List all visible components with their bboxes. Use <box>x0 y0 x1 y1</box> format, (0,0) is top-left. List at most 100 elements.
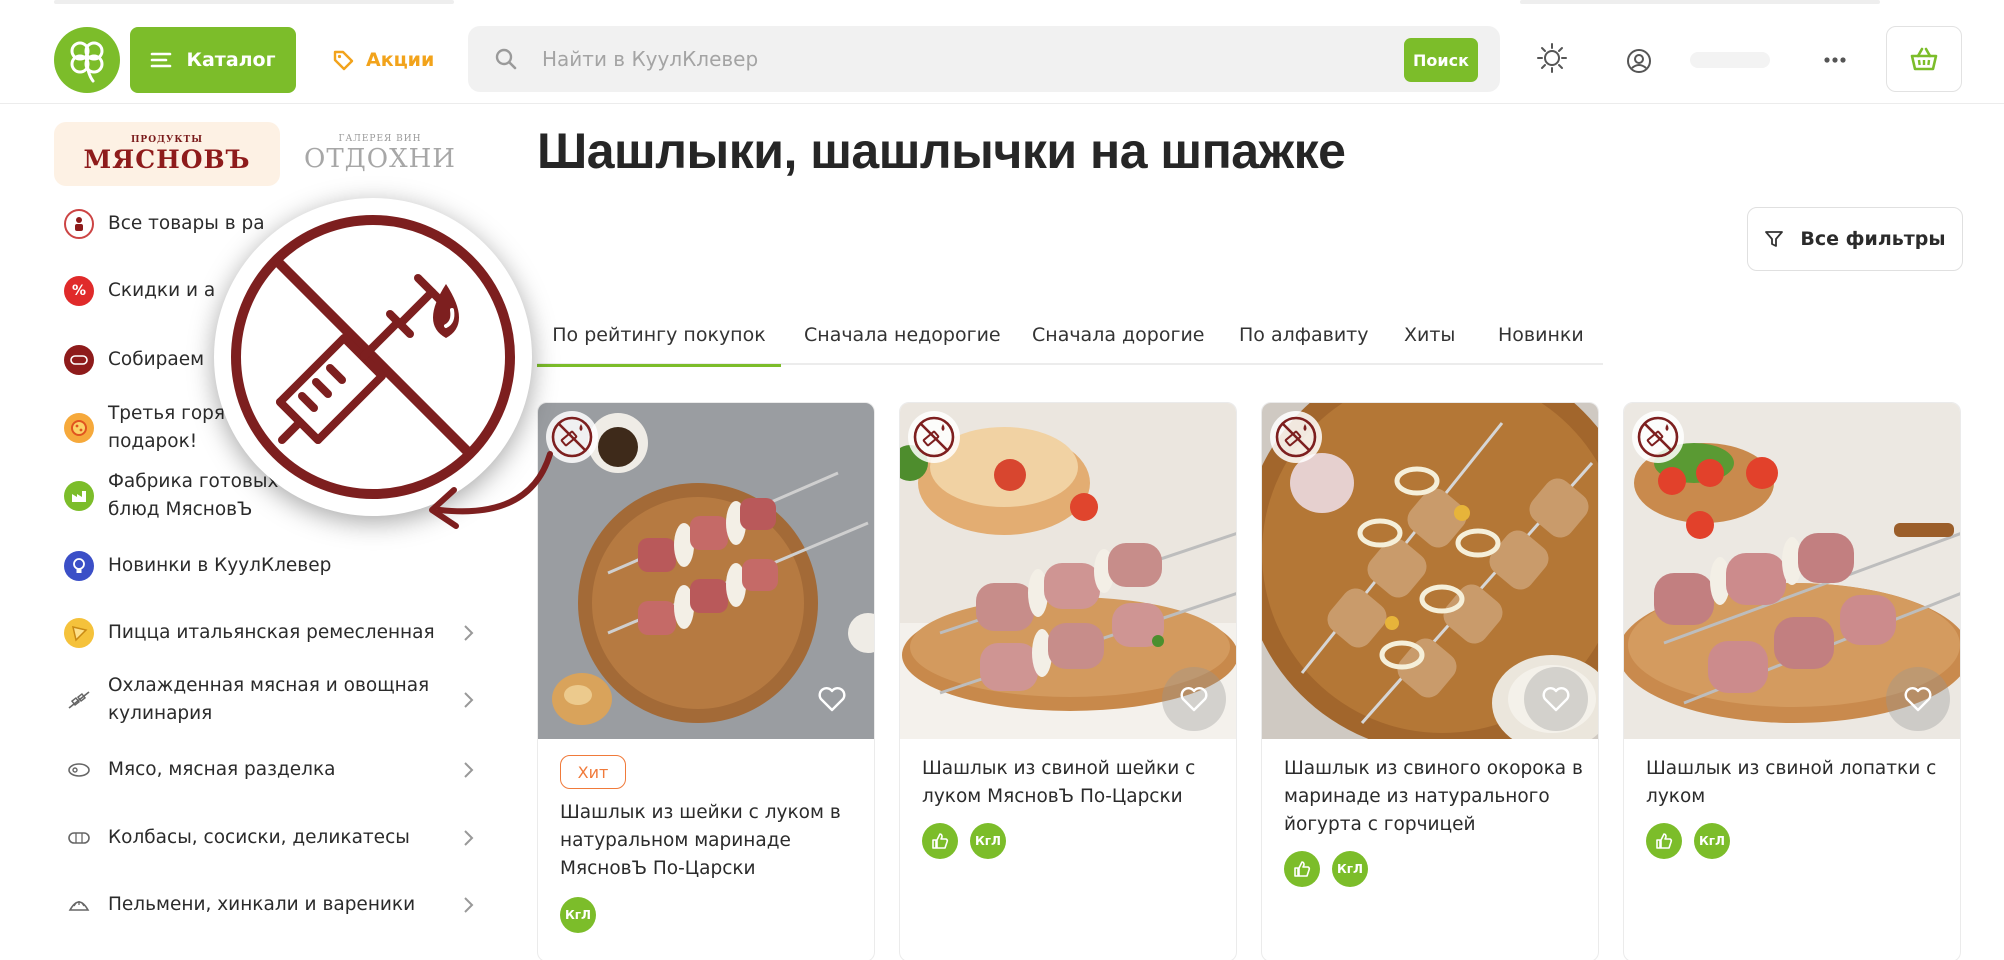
product-name[interactable]: Шашлык из свиной лопатки с луком <box>1646 755 1946 811</box>
product-photo[interactable] <box>900 403 1236 739</box>
basket-icon <box>1910 47 1938 71</box>
skewer-icon <box>64 685 94 715</box>
product-tags: КгЛ <box>1646 823 1730 859</box>
chevron-right-icon <box>464 762 474 778</box>
sort-tab-hits[interactable]: Хиты <box>1404 305 1455 365</box>
dumpling-icon <box>64 890 94 920</box>
brand-tab-otdohni[interactable]: ГАЛЕРЕЯ ВИН ОТДОХНИ <box>300 122 460 186</box>
sidebar-item-meat[interactable]: Мясо, мясная разделка <box>64 755 484 785</box>
product-card[interactable]: Шашлык из свиной лопатки с луком КгЛ <box>1623 402 1961 960</box>
heart-icon <box>818 687 846 712</box>
product-card[interactable]: Шашлык из свиного окорока в маринаде из … <box>1261 402 1599 960</box>
product-name[interactable]: Шашлык из свиной шейки с луком МясновЪ П… <box>922 755 1222 811</box>
product-name[interactable]: Шашлык из шейки с луком в натуральном ма… <box>560 799 860 883</box>
favorite-button[interactable] <box>1886 667 1950 731</box>
top-info-strip-right <box>1520 0 1880 4</box>
factory-icon <box>64 481 94 511</box>
more-icon[interactable] <box>1824 56 1846 64</box>
sort-tab-new[interactable]: Новинки <box>1498 305 1584 365</box>
sort-tab-rating[interactable]: По рейтингу покупок <box>537 305 781 367</box>
heart-icon <box>1542 687 1570 712</box>
product-tags: КгЛ <box>922 823 1006 859</box>
brand-name: ОТДОХНИ <box>304 144 456 174</box>
promo-label: Акции <box>366 49 435 71</box>
search-icon <box>495 48 517 70</box>
sidebar-item-dumplings[interactable]: Пельмени, хинкали и вареники <box>64 890 484 920</box>
sidebar-item-new[interactable]: Новинки в КуулКлевер <box>64 551 484 581</box>
sort-tab-alphabet[interactable]: По алфавиту <box>1239 305 1368 365</box>
catalog-label: Каталог <box>186 49 276 71</box>
sun-icon[interactable] <box>1536 42 1568 74</box>
tag-icon <box>333 50 354 71</box>
sidebar-item-label: Мясо, мясная разделка <box>108 759 336 780</box>
collect-icon <box>64 345 94 375</box>
kgl-tag: КгЛ <box>1332 851 1368 887</box>
promo-link[interactable]: Акции <box>332 27 434 93</box>
chevron-right-icon <box>464 830 474 846</box>
no-injection-badge-icon <box>1632 411 1684 463</box>
product-name[interactable]: Шашлык из свиного окорока в маринаде из … <box>1284 755 1584 839</box>
sort-tab-expensive-first[interactable]: Сначала дорогие <box>1032 305 1205 365</box>
sidebar-item-sausages[interactable]: Колбасы, сосиски, деликатесы <box>64 823 484 853</box>
filter-icon <box>1765 231 1784 247</box>
brand-tab-miasnov[interactable]: ПРОДУКТЫ МЯСНОВЪ <box>54 122 280 186</box>
kgl-tag: КгЛ <box>560 897 596 933</box>
like-tag-icon <box>1646 823 1682 859</box>
bulb-icon <box>64 551 94 581</box>
discount-icon: % <box>64 276 94 306</box>
sidebar-item-label: Охлажденная мясная и овощная кулинария <box>108 675 430 724</box>
all-filters-button[interactable]: Все фильтры <box>1747 207 1963 271</box>
favorite-button[interactable] <box>1524 667 1588 731</box>
product-card[interactable]: Хит Шашлык из шейки с луком в натурально… <box>537 402 875 960</box>
favorite-button[interactable] <box>1162 667 1226 731</box>
sort-tabs: По рейтингу покупок Сначала недорогие Сн… <box>537 305 1603 367</box>
sort-tab-cheap-first[interactable]: Сначала недорогие <box>804 305 1001 365</box>
sidebar-item-label: Пельмени, хинкали и вареники <box>108 894 416 915</box>
pizza-gift-icon <box>64 413 94 443</box>
pizza-icon <box>64 618 94 648</box>
clover-icon <box>70 41 104 83</box>
sidebar-item-label: Колбасы, сосиски, деликатесы <box>108 827 410 848</box>
product-photo[interactable] <box>1624 403 1960 739</box>
top-info-strip <box>54 0 454 4</box>
search-button[interactable]: Поиск <box>1404 38 1478 82</box>
page-title: Шашлыки, шашлычки на шпажке <box>537 123 1346 179</box>
user-icon[interactable] <box>1626 48 1652 74</box>
miasnov-logo-icon <box>64 209 94 239</box>
chevron-right-icon <box>464 897 474 913</box>
brand-subtitle: ГАЛЕРЕЯ ВИН <box>338 134 422 144</box>
like-tag-icon <box>922 823 958 859</box>
site-header: Каталог Акции Поиск <box>0 0 2004 104</box>
chevron-right-icon <box>464 625 474 641</box>
catalog-button[interactable]: Каталог <box>130 27 296 93</box>
search-bar <box>468 26 1500 92</box>
like-tag-icon <box>1284 851 1320 887</box>
product-photo[interactable] <box>538 403 874 739</box>
site-logo[interactable] <box>54 27 120 93</box>
hit-badge: Хит <box>560 755 626 789</box>
brand-subtitle: ПРОДУКТЫ <box>130 134 204 145</box>
heart-icon <box>1180 687 1208 712</box>
account-name-placeholder[interactable] <box>1690 52 1770 68</box>
callout-arrow-icon <box>429 451 553 529</box>
sidebar-item-label: Новинки в КуулКлевер <box>108 555 332 576</box>
kgl-tag: КгЛ <box>1694 823 1730 859</box>
no-injection-badge-icon <box>908 411 960 463</box>
heart-icon <box>1904 687 1932 712</box>
product-photo[interactable] <box>1262 403 1598 739</box>
meat-icon <box>64 755 94 785</box>
product-tags: КгЛ <box>560 897 596 933</box>
search-input[interactable] <box>542 26 1402 92</box>
kgl-tag: КгЛ <box>970 823 1006 859</box>
product-tags: КгЛ <box>1284 851 1368 887</box>
favorite-button[interactable] <box>800 667 864 731</box>
all-filters-label: Все фильтры <box>1800 228 1946 250</box>
sidebar-item-label: Пицца итальянская ремесленная <box>108 622 435 643</box>
chevron-right-icon <box>464 692 474 708</box>
cart-button[interactable] <box>1886 26 1962 92</box>
sidebar-item-chilled-culinary[interactable]: Охлажденная мясная и овощная кулинария <box>64 672 484 728</box>
product-card[interactable]: Шашлык из свиной шейки с луком МясновЪ П… <box>899 402 1237 960</box>
brand-name: МЯСНОВЪ <box>83 144 251 174</box>
menu-icon <box>151 52 172 68</box>
sidebar-item-pizza[interactable]: Пицца итальянская ремесленная <box>64 618 484 648</box>
